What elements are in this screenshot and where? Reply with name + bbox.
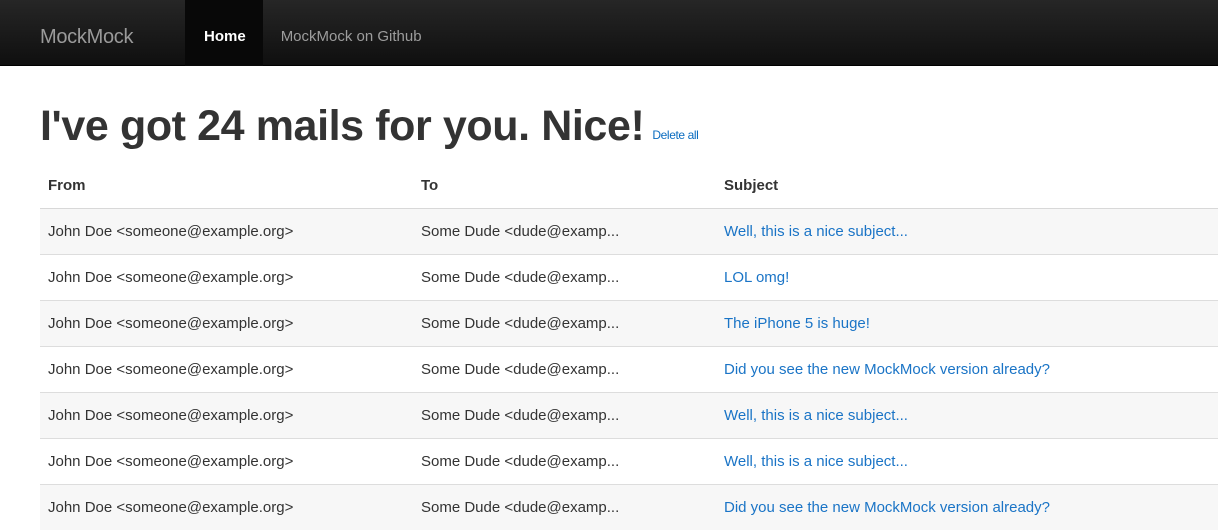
cell-to: Some Dude <dude@examp... [413,437,716,484]
cell-subject: Well, this is a nice subject... [716,437,1218,484]
delete-all-link[interactable]: Delete all [652,128,698,142]
table-row: John Doe <someone@example.org> Some Dude… [40,391,1218,438]
cell-from: John Doe <someone@example.org> [40,207,413,254]
cell-from: John Doe <someone@example.org> [40,483,413,530]
cell-to: Some Dude <dude@examp... [413,483,716,530]
cell-from: John Doe <someone@example.org> [40,253,413,300]
cell-from: John Doe <someone@example.org> [40,299,413,346]
navbar: MockMock Home MockMock on Github [0,0,1218,66]
table-row: John Doe <someone@example.org> Some Dude… [40,345,1218,392]
mail-table: From To Subject John Doe <someone@exampl… [40,164,1218,530]
table-row: John Doe <someone@example.org> Some Dude… [40,253,1218,300]
table-row: John Doe <someone@example.org> Some Dude… [40,483,1218,530]
subject-link[interactable]: Did you see the new MockMock version alr… [724,499,1050,516]
table-row: John Doe <someone@example.org> Some Dude… [40,207,1218,254]
nav-menu: Home MockMock on Github [185,0,440,66]
cell-subject: LOL omg! [716,253,1218,300]
page-title-text: I've got 24 mails for you. Nice! [40,102,645,150]
cell-to: Some Dude <dude@examp... [413,207,716,254]
cell-to: Some Dude <dude@examp... [413,345,716,392]
cell-subject: Well, this is a nice subject... [716,207,1218,254]
nav-item-home[interactable]: Home [185,0,263,66]
subject-link[interactable]: The iPhone 5 is huge! [724,315,870,332]
brand-link[interactable]: MockMock [40,26,133,49]
cell-from: John Doe <someone@example.org> [40,437,413,484]
cell-to: Some Dude <dude@examp... [413,299,716,346]
nav-item-github[interactable]: MockMock on Github [263,0,440,66]
table-row: John Doe <someone@example.org> Some Dude… [40,437,1218,484]
cell-to: Some Dude <dude@examp... [413,391,716,438]
cell-subject: Well, this is a nice subject... [716,391,1218,438]
column-header-to: To [413,164,716,209]
subject-link[interactable]: LOL omg! [724,269,789,286]
cell-subject: Did you see the new MockMock version alr… [716,483,1218,530]
subject-link[interactable]: Did you see the new MockMock version alr… [724,361,1050,378]
subject-link[interactable]: Well, this is a nice subject... [724,453,908,470]
cell-to: Some Dude <dude@examp... [413,253,716,300]
page-title: I've got 24 mails for you. Nice! Delete a… [40,102,699,151]
column-header-from: From [40,164,413,209]
table-header-row: From To Subject [40,164,1218,209]
subject-link[interactable]: Well, this is a nice subject... [724,223,908,240]
cell-from: John Doe <someone@example.org> [40,345,413,392]
table-row: John Doe <someone@example.org> Some Dude… [40,299,1218,346]
cell-subject: The iPhone 5 is huge! [716,299,1218,346]
cell-from: John Doe <someone@example.org> [40,391,413,438]
subject-link[interactable]: Well, this is a nice subject... [724,407,908,424]
column-header-subject: Subject [716,164,1218,209]
cell-subject: Did you see the new MockMock version alr… [716,345,1218,392]
